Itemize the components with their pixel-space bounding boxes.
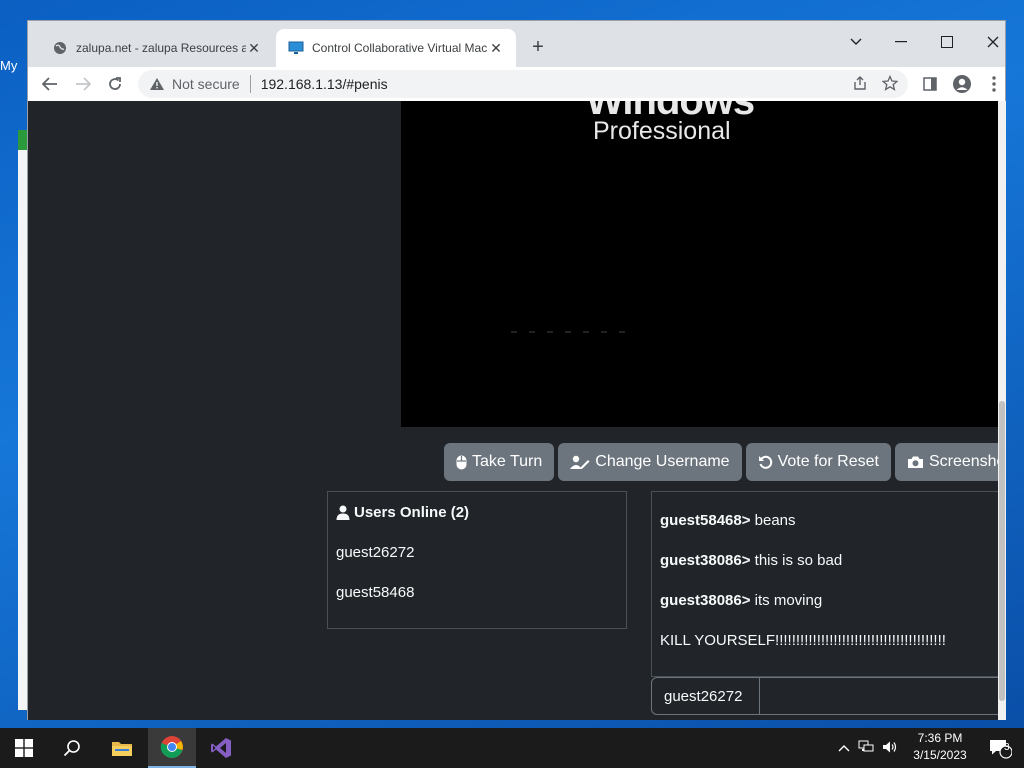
clock-date: 3/15/2023	[913, 748, 967, 762]
user-list-item[interactable]: guest58468	[336, 584, 414, 601]
chat-panel: guest58468> beans guest38086> this is so…	[651, 491, 998, 677]
chat-sender: guest38086>	[660, 552, 751, 569]
close-window-button[interactable]	[970, 27, 1016, 57]
tab-title: zalupa.net - zalupa Resources and	[76, 41, 246, 55]
minimize-button[interactable]	[878, 27, 924, 57]
chat-username-label: guest26272	[652, 678, 760, 714]
tab-close-icon[interactable]: ✕	[488, 40, 504, 57]
page-scrollbar[interactable]	[998, 101, 1006, 720]
tab-title: Control Collaborative Virtual Machine	[312, 41, 488, 55]
user-list-item[interactable]: guest26272	[336, 544, 414, 561]
reload-button[interactable]	[103, 72, 127, 96]
notification-count: 3	[1004, 742, 1010, 753]
chat-message: guest38086> this is so bad	[660, 552, 842, 569]
side-panel-icon[interactable]	[918, 72, 942, 96]
address-bar[interactable]: Not secure 192.168.1.13/#penis	[138, 70, 908, 98]
screenshot-button[interactable]: Screenshot	[894, 443, 998, 481]
camera-icon	[907, 455, 924, 469]
clock[interactable]: 7:36 PM 3/15/2023	[906, 730, 974, 764]
back-button[interactable]	[38, 72, 62, 96]
monitor-icon	[288, 40, 304, 56]
share-icon[interactable]	[852, 75, 868, 95]
vote-reset-button[interactable]: Vote for Reset	[745, 443, 891, 481]
chat-text: this is so bad	[750, 552, 843, 569]
page-content: Windows Professional Take Turn Change Us…	[28, 101, 998, 720]
globe-icon	[52, 40, 68, 56]
security-label[interactable]: Not secure	[172, 76, 240, 92]
system-tray	[838, 728, 898, 768]
user-edit-icon	[570, 455, 590, 470]
network-icon[interactable]	[858, 740, 874, 757]
address-divider	[249, 75, 251, 93]
file-explorer-icon[interactable]	[98, 728, 146, 768]
forward-button[interactable]	[71, 72, 95, 96]
vm-screen-subtitle: Professional	[593, 117, 731, 145]
users-online-panel: Users Online (2) guest26272 guest58468	[327, 491, 627, 629]
bookmark-star-icon[interactable]	[881, 74, 899, 95]
mouse-icon	[456, 455, 467, 470]
tab-close-icon[interactable]: ✕	[246, 40, 262, 57]
desktop-icon-label[interactable]: My	[0, 58, 17, 73]
clock-time: 7:36 PM	[917, 731, 963, 745]
warning-icon[interactable]	[148, 77, 166, 91]
chat-message: guest38086> its moving	[660, 592, 822, 609]
users-online-title: Users Online (2)	[354, 504, 470, 521]
chevron-up-icon[interactable]	[838, 741, 850, 755]
url-text[interactable]: 192.168.1.13/#penis	[261, 76, 388, 92]
volume-icon[interactable]	[882, 740, 898, 757]
take-turn-label: Take Turn	[472, 453, 543, 470]
tab-search-chevron-icon[interactable]	[833, 27, 879, 57]
chat-input[interactable]	[760, 678, 998, 714]
change-username-label: Change Username	[595, 453, 730, 470]
vm-loading-dots	[511, 331, 631, 333]
search-icon[interactable]	[48, 728, 96, 768]
chat-message: guest58468> beans	[660, 512, 796, 529]
tab-strip: zalupa.net - zalupa Resources and ✕ Cont…	[28, 21, 1005, 67]
chat-message: KILL YOURSELF!!!!!!!!!!!!!!!!!!!!!!!!!!!…	[660, 632, 946, 649]
take-turn-button[interactable]: Take Turn	[444, 443, 555, 481]
chat-sender: guest38086>	[660, 592, 751, 609]
chat-text: beans	[750, 512, 796, 529]
undo-icon	[758, 455, 773, 470]
chat-text: KILL YOURSELF!!!!!!!!!!!!!!!!!!!!!!!!!!!…	[660, 632, 946, 649]
browser-window: zalupa.net - zalupa Resources and ✕ Cont…	[27, 20, 1006, 720]
chat-text: its moving	[750, 592, 823, 609]
users-online-heading: Users Online (2)	[336, 504, 469, 521]
menu-kebab-icon[interactable]	[982, 72, 1006, 96]
chat-input-row: guest26272	[651, 677, 998, 715]
new-tab-button[interactable]: +	[528, 36, 548, 59]
vote-reset-label: Vote for Reset	[777, 453, 879, 470]
taskbar: 7:36 PM 3/15/2023 3	[0, 728, 1024, 768]
change-username-button[interactable]: Change Username	[558, 443, 742, 481]
scroll-thumb[interactable]	[999, 401, 1005, 701]
tab-collabvm[interactable]: Control Collaborative Virtual Machine ✕	[276, 29, 516, 67]
chrome-icon[interactable]	[148, 728, 196, 768]
profile-avatar-icon[interactable]	[950, 72, 974, 96]
vm-display[interactable]: Windows Professional	[401, 101, 998, 427]
screenshot-label: Screenshot	[928, 453, 998, 470]
chat-sender: guest58468>	[660, 512, 751, 529]
browser-toolbar: Not secure 192.168.1.13/#penis	[28, 67, 1005, 101]
notification-icon[interactable]: 3	[976, 728, 1024, 768]
maximize-button[interactable]	[924, 27, 970, 57]
vm-button-row: Take Turn Change Username Vote for Reset…	[444, 443, 998, 481]
windows-start-icon[interactable]	[0, 728, 48, 768]
visual-studio-icon[interactable]	[197, 728, 245, 768]
user-icon	[336, 505, 350, 520]
tab-zalupa[interactable]: zalupa.net - zalupa Resources and ✕	[40, 29, 274, 67]
